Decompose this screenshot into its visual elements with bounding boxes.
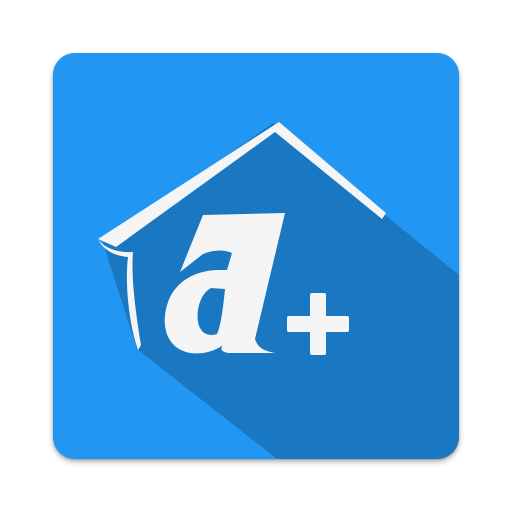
- app-icon[interactable]: a+: [53, 53, 459, 459]
- app-logo: [98, 122, 459, 459]
- long-shadow: [103, 123, 459, 459]
- icon-canvas: a+: [0, 0, 512, 512]
